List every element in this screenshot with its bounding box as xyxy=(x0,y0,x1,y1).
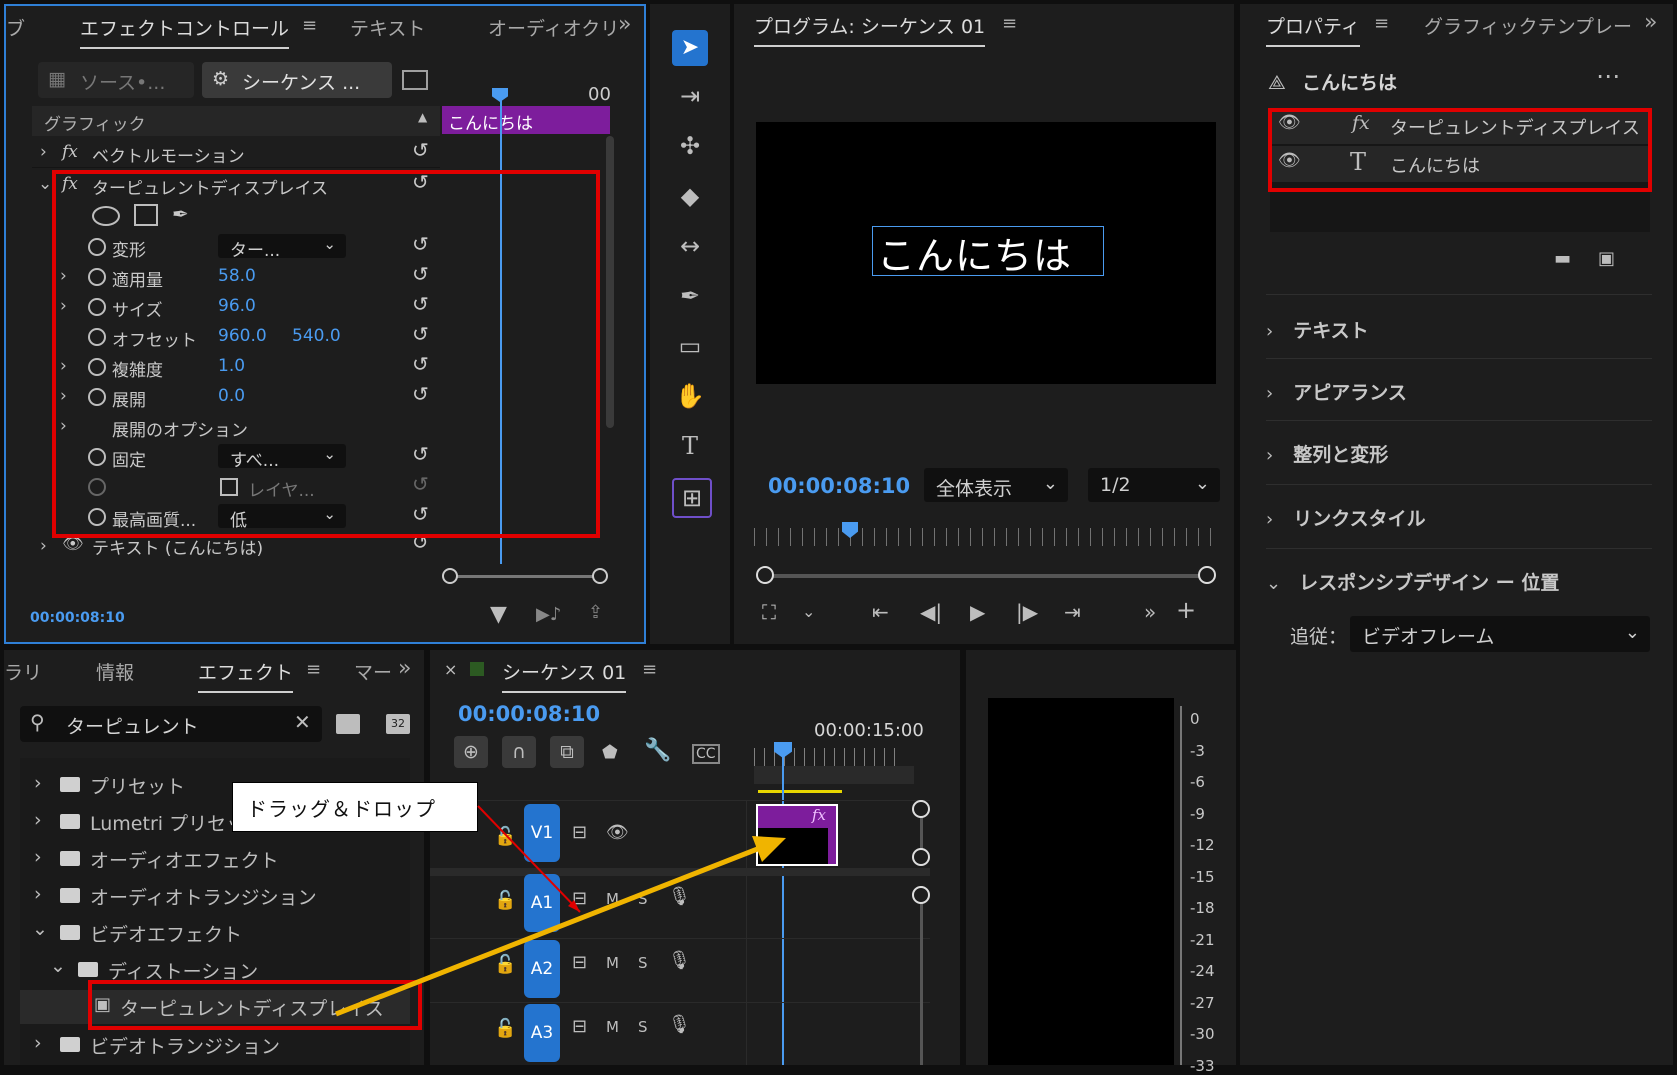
annotation-arrows xyxy=(335,805,786,1017)
drag-arrow-line xyxy=(335,845,761,1017)
drag-arrow-head xyxy=(752,836,786,862)
red-pointer-line xyxy=(477,805,581,913)
